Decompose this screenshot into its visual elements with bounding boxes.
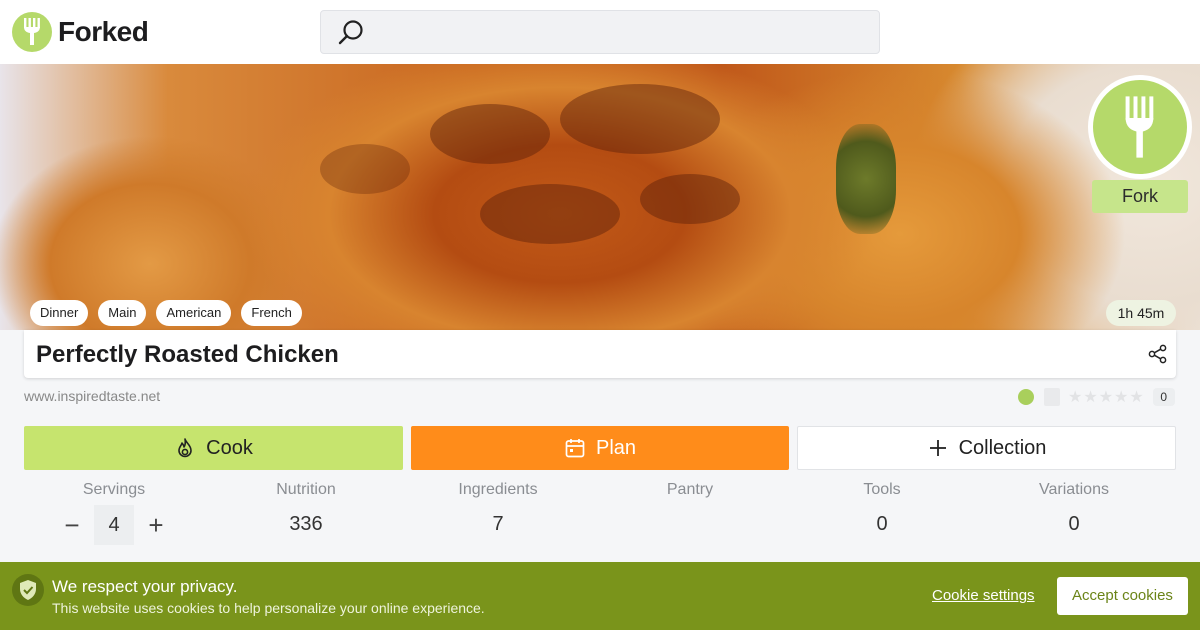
recipe-source-link[interactable]: www.inspiredtaste.net xyxy=(24,388,160,404)
rating-count: 0 xyxy=(1152,388,1175,406)
variations-value[interactable]: 0 xyxy=(984,513,1164,536)
variations-label[interactable]: Variations xyxy=(984,481,1164,499)
ingredients-value[interactable]: 7 xyxy=(408,513,588,536)
recipe-title: Perfectly Roasted Chicken xyxy=(36,341,339,368)
cookie-title: We respect your privacy. xyxy=(52,577,238,596)
add-to-collection-button[interactable]: Collection xyxy=(797,426,1176,470)
fork-icon xyxy=(1093,80,1187,174)
tag-chip[interactable]: American xyxy=(156,300,232,326)
plus-icon xyxy=(929,440,946,456)
total-time-badge: 1h 45m xyxy=(1106,300,1176,326)
recipe-title-card: Perfectly Roasted Chicken xyxy=(24,330,1176,378)
ingredients-label[interactable]: Ingredients xyxy=(408,481,588,499)
tag-chip[interactable]: French xyxy=(241,300,302,326)
increase-servings-button[interactable]: + xyxy=(141,508,171,542)
tools-value[interactable]: 0 xyxy=(792,513,972,536)
shield-check-icon xyxy=(12,574,44,606)
cookie-settings-link[interactable]: Cookie settings xyxy=(932,587,1035,604)
tag-list: Dinner Main American French xyxy=(30,300,302,326)
rating-toggle[interactable] xyxy=(1044,388,1060,406)
accept-cookies-button[interactable]: Accept cookies xyxy=(1057,577,1188,615)
share-icon[interactable] xyxy=(1148,344,1168,364)
flame-icon xyxy=(178,438,192,458)
pantry-label[interactable]: Pantry xyxy=(600,481,780,499)
nutrition-label[interactable]: Nutrition xyxy=(216,481,396,499)
tag-chip[interactable]: Dinner xyxy=(30,300,89,326)
rating: ★★★★★ 0 xyxy=(1018,387,1175,407)
tag-chip[interactable]: Main xyxy=(98,300,147,326)
servings-label: Servings xyxy=(82,481,146,498)
fork-button[interactable]: Fork xyxy=(1092,180,1188,213)
cook-label: Cook xyxy=(206,436,253,459)
star-rating[interactable]: ★★★★★ xyxy=(1068,387,1145,407)
collection-label: Collection xyxy=(958,436,1047,459)
servings-value: 4 xyxy=(94,505,134,545)
calendar-icon xyxy=(565,439,585,458)
search-input[interactable] xyxy=(320,10,880,54)
recipe-hero-image xyxy=(0,64,1200,330)
logo[interactable]: Forked xyxy=(12,12,149,52)
leaf-icon xyxy=(1018,389,1034,405)
search-icon[interactable] xyxy=(337,19,365,47)
plan-button[interactable]: Plan xyxy=(411,426,789,470)
cookie-banner: We respect your privacy. This website us… xyxy=(0,562,1200,630)
nutrition-value[interactable]: 336 xyxy=(216,513,396,536)
tools-label[interactable]: Tools xyxy=(792,481,972,499)
plan-label: Plan xyxy=(595,436,637,459)
top-bar: Forked xyxy=(0,0,1200,64)
cookie-message: This website uses cookies to help person… xyxy=(52,600,485,616)
cook-button[interactable]: Cook xyxy=(24,426,403,470)
fork-logo-icon xyxy=(12,12,52,52)
decrease-servings-button[interactable]: − xyxy=(57,508,87,542)
logo-text: Forked xyxy=(58,16,149,47)
fork-badge[interactable] xyxy=(1088,75,1192,179)
